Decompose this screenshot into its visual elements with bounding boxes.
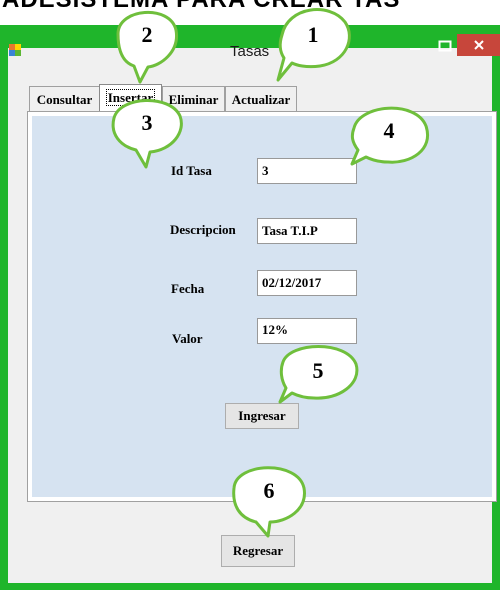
value-field[interactable]: 12% [257, 318, 357, 344]
callout-number-2: 2 [141, 22, 153, 47]
top-banner: ADESISTEMA PARA CREAR TAS [0, 0, 500, 14]
close-icon [473, 40, 484, 50]
id-label: Id Tasa [171, 163, 212, 178]
minimize-button[interactable] [400, 34, 430, 58]
tab-consultar[interactable]: Consultar [29, 86, 100, 111]
callout-number-5: 5 [312, 358, 324, 383]
tab-actualizar[interactable]: Actualizar [225, 86, 297, 111]
date-label: Fecha [171, 281, 205, 296]
callout-number-1: 1 [307, 22, 319, 47]
regresar-button[interactable]: Regresar [221, 535, 295, 567]
tab-insertar[interactable]: Insertar [99, 84, 162, 113]
id-field[interactable]: 3 [257, 158, 357, 184]
description-field[interactable]: Tasa T.I.P [257, 218, 357, 244]
tab-label: Insertar [105, 89, 156, 106]
tab-eliminar[interactable]: Eliminar [162, 86, 225, 111]
callout-number-4: 4 [383, 118, 395, 143]
close-button[interactable] [457, 34, 500, 56]
date-field[interactable]: 02/12/2017 [257, 270, 357, 296]
maximize-button[interactable] [432, 34, 458, 58]
callout-number-3: 3 [141, 110, 153, 135]
windows-app-icon [9, 44, 21, 56]
ingresar-button[interactable]: Ingresar [225, 403, 299, 429]
tab-label: Eliminar [168, 92, 219, 107]
description-label: Descripcion [170, 222, 236, 237]
value-label: Valor [172, 331, 203, 346]
tab-label: Actualizar [231, 92, 291, 107]
maximize-icon [438, 40, 452, 52]
minimize-icon [410, 48, 420, 50]
callout-number-6: 6 [263, 478, 275, 503]
banner-text: ADESISTEMA PARA CREAR TAS [2, 0, 400, 14]
window-title: Tasas [230, 43, 270, 60]
tab-label: Consultar [36, 92, 93, 107]
